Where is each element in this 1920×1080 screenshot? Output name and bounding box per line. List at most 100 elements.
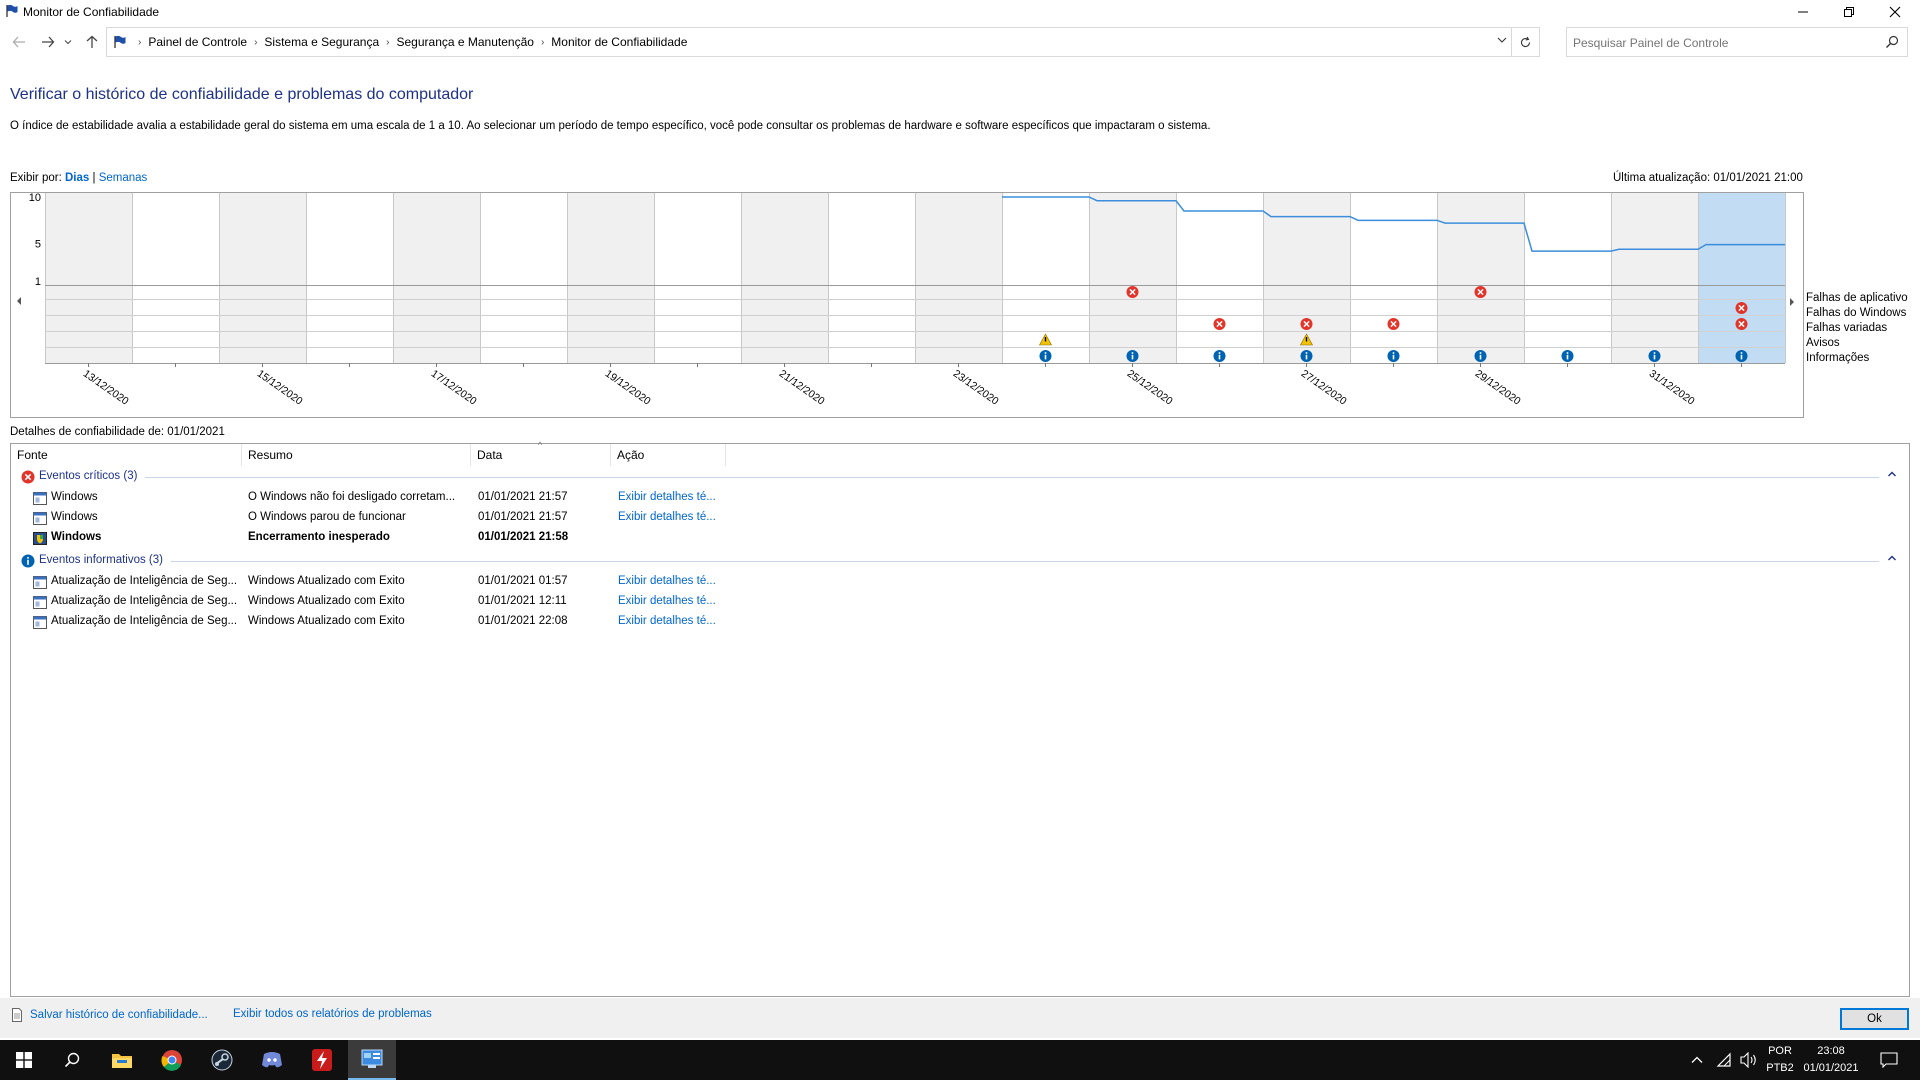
breadcrumb-control-panel[interactable]: Painel de Controle <box>148 35 247 49</box>
scroll-right-icon[interactable] <box>1788 296 1796 310</box>
collapse-chevron-icon[interactable] <box>1887 469 1897 482</box>
up-arrow-icon[interactable] <box>81 31 103 53</box>
view-by-label: Exibir por: <box>10 172 62 184</box>
info-icon <box>1213 350 1226 362</box>
language-code[interactable]: POR <box>1762 1045 1798 1057</box>
stability-chart-svg[interactable]: 10 5 1 13/12/2020 15/12/2020 17/12/2020 19/12/… <box>11 193 1803 417</box>
day-column <box>1089 193 1176 363</box>
discord-icon[interactable] <box>248 1040 296 1080</box>
view-days-link[interactable]: Dias <box>65 172 89 184</box>
error-icon <box>1387 318 1400 330</box>
view-details-link[interactable]: Exibir detalhes té... <box>618 511 728 523</box>
scroll-left-icon[interactable] <box>17 297 21 305</box>
info-icon <box>1387 350 1400 362</box>
breadcrumb-system-security[interactable]: Sistema e Segurança <box>264 35 379 49</box>
address-bar[interactable]: › Painel de Controle › Sistema e Seguran… <box>106 27 1540 57</box>
collapse-chevron-icon[interactable] <box>1887 553 1897 566</box>
date-label: 15/12/2020 <box>255 368 305 408</box>
table-row[interactable]: Atualização de Inteligência de Seg... Wi… <box>11 592 1907 612</box>
all-reports-link[interactable]: Exibir todos os relatórios de problemas <box>233 1008 432 1020</box>
row-summary: Encerramento inesperado <box>248 531 390 543</box>
network-icon[interactable] <box>1716 1052 1732 1071</box>
table-row[interactable]: Windows O Windows não foi desligado corr… <box>11 488 1907 508</box>
info-icon <box>1561 350 1574 362</box>
search-input[interactable] <box>1573 34 1873 52</box>
error-icon <box>21 470 35 484</box>
keyboard-layout[interactable]: PTB2 <box>1762 1062 1798 1074</box>
y-tick-label: 10 <box>29 193 41 204</box>
error-icon <box>1213 318 1226 330</box>
close-icon[interactable] <box>1872 0 1918 24</box>
details-panel: Fonte Resumo Data ^ Ação Eventos crítico… <box>10 440 1910 997</box>
file-explorer-icon[interactable] <box>98 1040 146 1080</box>
chrome-icon[interactable] <box>148 1040 196 1080</box>
reliability-chart[interactable]: 10 5 1 13/12/2020 15/12/2020 17/12/2020 19/12/… <box>10 192 1804 418</box>
ok-button[interactable]: Ok <box>1840 1008 1909 1030</box>
row-source: Windows <box>51 491 98 503</box>
view-details-link[interactable]: Exibir detalhes té... <box>618 491 728 503</box>
back-arrow-icon[interactable] <box>8 31 30 53</box>
app-window-icon <box>33 512 47 525</box>
date-label: 29/12/2020 <box>1473 368 1523 408</box>
forward-arrow-icon[interactable] <box>37 31 59 53</box>
start-icon[interactable] <box>0 1040 48 1080</box>
app-window-icon <box>33 492 47 505</box>
view-details-link[interactable]: Exibir detalhes té... <box>618 615 728 627</box>
day-column <box>1176 193 1263 363</box>
chevron-right-icon[interactable]: › <box>254 37 257 48</box>
table-row[interactable]: Atualização de Inteligência de Seg... Wi… <box>11 572 1907 592</box>
recent-locations-chevron-icon[interactable] <box>61 31 75 53</box>
day-column <box>1350 193 1437 363</box>
group-informational-events[interactable]: Eventos informativos (3) <box>11 552 1907 570</box>
row-summary: O Windows parou de funcionar <box>248 511 406 523</box>
date-label: 23/12/2020 <box>951 368 1001 408</box>
row-date: 01/01/2021 21:57 <box>478 511 568 523</box>
clock-time[interactable]: 23:08 <box>1800 1045 1862 1057</box>
table-row[interactable]: Atualização de Inteligência de Seg... Wi… <box>11 612 1907 632</box>
breadcrumb-reliability-monitor[interactable]: Monitor de Confiabilidade <box>551 35 687 49</box>
minimize-icon[interactable] <box>1780 0 1826 24</box>
view-details-link[interactable]: Exibir detalhes té... <box>618 595 728 607</box>
volume-icon[interactable] <box>1740 1051 1758 1071</box>
column-header-action[interactable]: Ação <box>611 444 726 466</box>
flag-icon <box>114 35 126 48</box>
table-row[interactable]: Windows Encerramento inesperado 01/01/20… <box>11 528 1907 548</box>
error-icon <box>1126 286 1139 298</box>
column-header-summary[interactable]: Resumo <box>242 444 471 466</box>
group-divider <box>145 477 1879 478</box>
view-weeks-link[interactable]: Semanas <box>99 172 148 184</box>
row-date: 01/01/2021 12:11 <box>478 595 567 607</box>
search-box[interactable] <box>1566 27 1908 57</box>
chevron-right-icon[interactable]: › <box>541 37 544 48</box>
search-icon[interactable] <box>1885 35 1899 49</box>
address-dropdown-icon[interactable] <box>1497 35 1507 48</box>
control-panel-icon[interactable] <box>348 1040 396 1080</box>
error-icon <box>1735 318 1748 330</box>
row-source: Windows <box>51 511 98 523</box>
group-critical-title: Eventos críticos (3) <box>39 470 138 482</box>
red-app-icon[interactable] <box>298 1040 346 1080</box>
save-history-link[interactable]: Salvar histórico de confiabilidade... <box>10 1008 208 1022</box>
steam-icon[interactable] <box>198 1040 246 1080</box>
day-column <box>1437 193 1524 363</box>
breadcrumb: › Painel de Controle › Sistema e Seguran… <box>113 35 687 49</box>
table-row[interactable]: Windows O Windows parou de funcionar 01/… <box>11 508 1907 528</box>
refresh-icon[interactable] <box>1511 28 1539 56</box>
day-column <box>828 193 915 363</box>
row-summary: O Windows não foi desligado corretam... <box>248 491 456 503</box>
group-critical-events[interactable]: Eventos críticos (3) <box>11 468 1907 486</box>
tray-chevron-icon[interactable] <box>1690 1053 1704 1070</box>
restore-icon[interactable] <box>1826 0 1872 24</box>
date-label: 25/12/2020 <box>1125 368 1175 408</box>
chevron-right-icon[interactable]: › <box>386 37 389 48</box>
save-history-label[interactable]: Salvar histórico de confiabilidade... <box>30 1009 208 1021</box>
view-details-link[interactable]: Exibir detalhes té... <box>618 575 728 587</box>
search-icon[interactable] <box>48 1040 96 1080</box>
breadcrumb-security-maintenance[interactable]: Segurança e Manutenção <box>397 35 534 49</box>
notifications-icon[interactable] <box>1880 1052 1898 1071</box>
day-column <box>1524 193 1611 363</box>
date-label: 19/12/2020 <box>603 368 653 408</box>
clock-date[interactable]: 01/01/2021 <box>1800 1062 1862 1074</box>
column-header-source[interactable]: Fonte <box>11 444 242 466</box>
view-by-selector: Exibir por: Dias | Semanas <box>10 172 147 184</box>
